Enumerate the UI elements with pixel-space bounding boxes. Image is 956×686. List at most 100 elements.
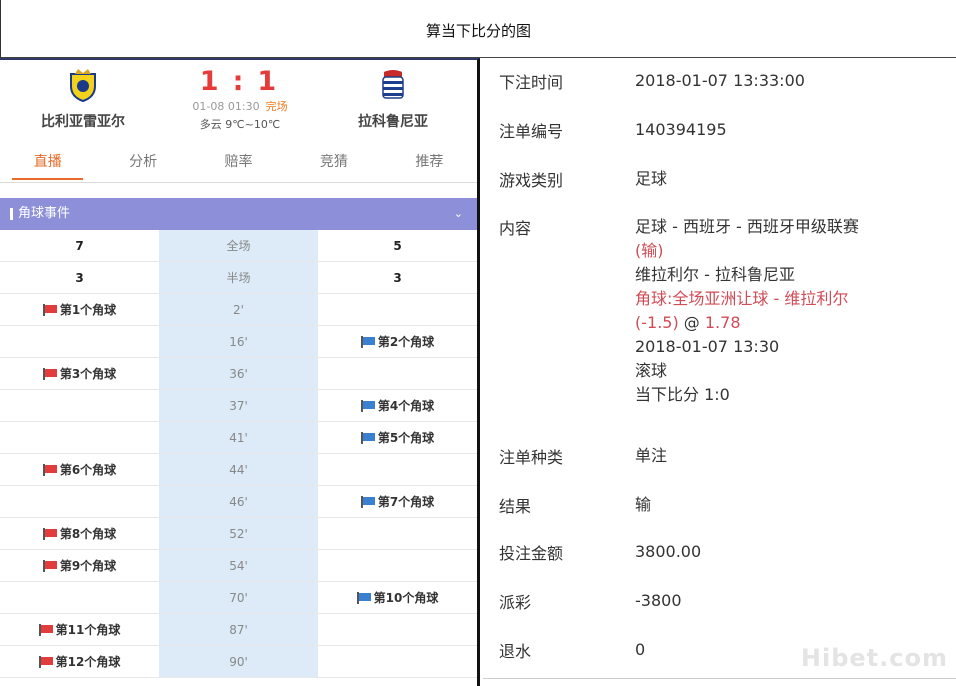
match-datetime: 01-08 01:30 [192,100,260,113]
match-status: 完场 [265,100,288,113]
bet-time-value: 2018-01-07 13:33:00 [635,71,805,90]
red-flag-icon [38,623,53,636]
corner-events-header[interactable]: 角球事件 ⌄ [0,198,477,230]
bet-amount-label: 投注金额 [499,544,564,563]
corner-event-row: 第9个角球 54' [0,550,477,582]
summary-row-fulltime: 7 全场 5 [0,230,477,262]
away-corner-cell [318,646,477,677]
home-score: 1 [199,66,223,97]
deportivo-logo-icon [382,70,404,99]
scoreboard: 1:1 01-08 01:30 完场 多云 9℃~10℃ [160,66,320,132]
bet-content-value: 足球 - 西班牙 - 西班牙甲级联赛 (输) 维拉利尔 - 拉科鲁尼亚 角球:全… [635,215,935,407]
payout-value: -3800 [635,591,682,610]
event-minute: 44' [159,454,318,485]
content-score: 当下比分 1:0 [635,385,730,404]
bet-id-value: 140394195 [635,120,727,139]
content-at: @ [678,313,705,332]
tab-odds[interactable]: 赔率 [191,145,286,182]
corner-label: 第4个角球 [377,399,435,413]
blue-flag-icon [360,431,375,444]
game-type-label: 游戏类别 [499,171,564,190]
home-corner-cell [0,582,159,613]
summary-row-halftime: 3 半场 3 [0,262,477,294]
villarreal-logo-icon [70,69,96,103]
header-bar: 算当下比分的图 [0,0,956,58]
corner-event-row: 37' 第4个角球 [0,390,477,422]
bet-time-label: 下注时间 [499,73,564,92]
match-weather: 多云 9℃~10℃ [199,118,281,131]
corner-event-row: 第6个角球 44' [0,454,477,486]
corner-event-row: 第11个角球 87' [0,614,477,646]
event-minute: 41' [159,422,318,453]
event-minute: 70' [159,582,318,613]
bet-id-label: 注单编号 [499,122,564,141]
away-corner-cell: 第7个角球 [318,486,477,517]
tab-analysis[interactable]: 分析 [95,145,190,182]
corner-event-row: 16' 第2个角球 [0,326,477,358]
tab-recommend[interactable]: 推荐 [382,145,477,182]
home-team[interactable]: 比利亚雷亚尔 [8,60,158,131]
watermark-logo: Hibet.com [800,644,948,672]
period-label-full: 全场 [159,230,318,261]
home-team-name: 比利亚雷亚尔 [41,114,125,130]
bet-kind-label: 注单种类 [499,448,564,467]
bet-kind-value: 单注 [635,446,668,465]
away-corner-cell [318,358,477,389]
blue-flag-icon [360,495,375,508]
bet-details-panel: 下注时间 2018-01-07 13:33:00 注单编号 140394195 … [483,58,956,686]
home-corner-cell [0,422,159,453]
away-corner-cell [318,454,477,485]
bet-result-value: 输 [635,495,652,514]
away-score: 1 [257,66,281,97]
corner-events-table: 7 全场 5 3 半场 3 第1个角球 2' 16' 第2个角球 第3个角球 36' 37'… [0,230,477,678]
corner-label: 第3个角球 [59,367,117,381]
home-corner-cell: 第6个角球 [0,454,159,485]
away-corner-cell [318,614,477,645]
chevron-down-icon[interactable]: ⌄ [454,198,463,230]
home-corner-cell [0,486,159,517]
corner-label: 第12个角球 [55,655,121,669]
corner-event-row: 70' 第10个角球 [0,582,477,614]
corner-label: 第7个角球 [377,495,435,509]
red-flag-icon [42,559,57,572]
red-flag-icon [38,655,53,668]
score: 1:1 [160,66,320,97]
period-label-half: 半场 [159,262,318,293]
away-corners-full: 5 [393,238,402,253]
tab-live[interactable]: 直播 [0,145,95,182]
home-corner-cell: 第9个角球 [0,550,159,581]
corner-event-row: 46' 第7个角球 [0,486,477,518]
away-team[interactable]: 拉科鲁尼亚 [318,60,468,131]
corner-label: 第11个角球 [55,623,121,637]
content-handicap: (-1.5) [635,313,679,332]
bet-result-label: 结果 [499,497,532,516]
red-flag-icon [42,527,57,540]
section-marker [10,207,13,220]
red-flag-icon [42,463,57,476]
event-minute: 16' [159,326,318,357]
corner-label: 第5个角球 [377,431,435,445]
corner-label: 第6个角球 [59,463,117,477]
away-corner-cell: 第5个角球 [318,422,477,453]
corner-event-row: 第1个角球 2' [0,294,477,326]
corner-label: 第1个角球 [59,303,117,317]
home-corner-cell: 第8个角球 [0,518,159,549]
home-corner-cell: 第12个角球 [0,646,159,677]
footer-divider [483,678,956,679]
tab-quiz[interactable]: 竞猜 [286,145,381,182]
event-minute: 87' [159,614,318,645]
red-flag-icon [42,367,57,380]
event-minute: 52' [159,518,318,549]
event-minute: 2' [159,294,318,325]
home-corners-half: 3 [75,270,84,285]
rebate-label: 退水 [499,642,532,661]
home-corner-cell [0,390,159,421]
corner-events-title: 角球事件 [18,206,71,221]
match-tabs: 直播 分析 赔率 竞猜 推荐 [0,145,477,183]
event-minute: 90' [159,646,318,677]
home-corner-cell: 第1个角球 [0,294,159,325]
content-match: 维拉利尔 - 拉科鲁尼亚 [635,265,795,284]
content-pick: 角球:全场亚洲让球 - 维拉利尔 [635,289,849,308]
home-corner-cell: 第11个角球 [0,614,159,645]
away-corner-cell [318,518,477,549]
